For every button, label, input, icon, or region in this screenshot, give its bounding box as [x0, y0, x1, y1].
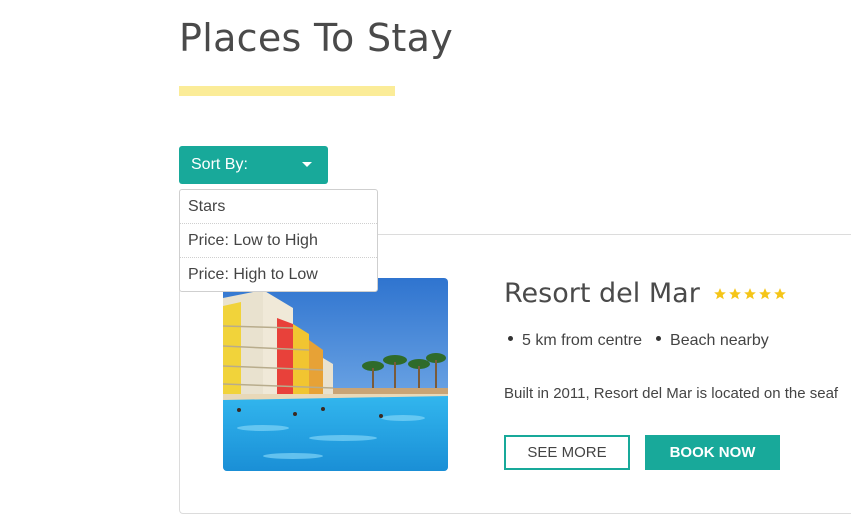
hotel-name[interactable]: Resort del Mar: [504, 278, 700, 309]
sort-option-price-high-low[interactable]: Price: High to Low: [180, 258, 377, 291]
sort-option-stars[interactable]: Stars: [180, 190, 377, 224]
title-underline: [179, 86, 395, 96]
hotel-image[interactable]: [223, 278, 448, 471]
book-now-button[interactable]: BOOK NOW: [645, 435, 780, 470]
page: Places To Stay Sort By: Stars Price: Low…: [0, 0, 851, 517]
caret-down-icon: [302, 162, 312, 167]
page-title: Places To Stay: [179, 16, 453, 60]
hotel-description: Built in 2011, Resort del Mar is located…: [504, 385, 839, 402]
feature-item: Beach nearby: [656, 332, 769, 350]
see-more-button[interactable]: SEE MORE: [504, 435, 630, 470]
star-icon: [759, 288, 771, 300]
sort-dropdown-menu: Stars Price: Low to High Price: High to …: [179, 189, 378, 292]
hotel-features: 5 km from centre Beach nearby: [508, 332, 769, 350]
star-icon: [744, 288, 756, 300]
feature-item: 5 km from centre: [508, 332, 642, 350]
star-rating: [713, 287, 787, 301]
star-icon: [714, 288, 726, 300]
star-icon: [774, 288, 786, 300]
sort-dropdown-button[interactable]: Sort By:: [179, 146, 328, 184]
star-icon: [729, 288, 741, 300]
sort-option-price-low-high[interactable]: Price: Low to High: [180, 224, 377, 258]
sort-dropdown-label: Sort By:: [191, 156, 248, 173]
